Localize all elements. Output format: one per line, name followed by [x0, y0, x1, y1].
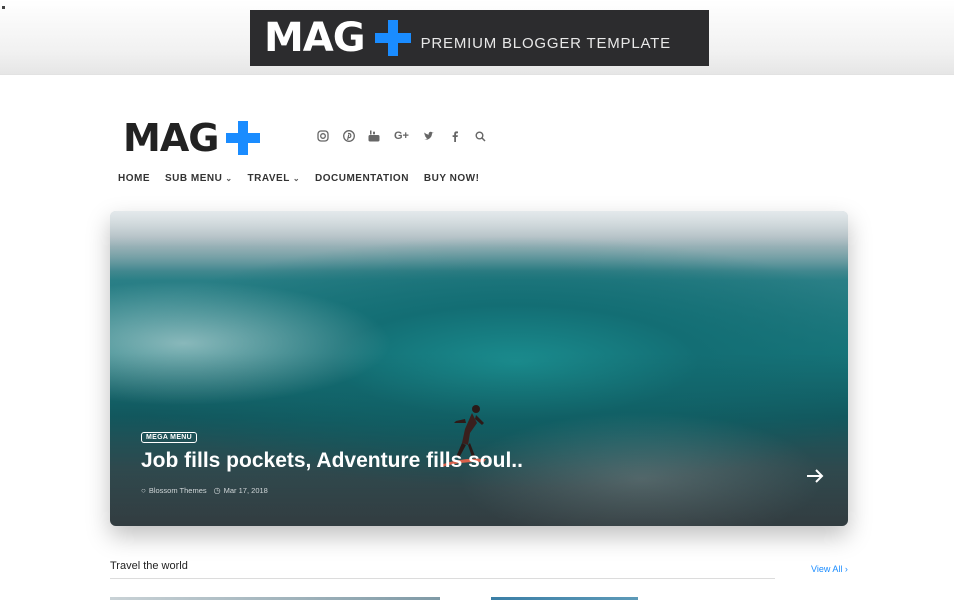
section-title: Travel the world	[110, 560, 188, 572]
pinterest-icon[interactable]	[341, 128, 357, 144]
author-name: Blossom Themes	[148, 486, 207, 495]
social-icons: G+	[315, 128, 498, 144]
google-plus-icon[interactable]: G+	[392, 128, 412, 144]
hero-title[interactable]: Job fills pockets, Adventure fills soul.…	[141, 449, 523, 473]
nav-item-label: TRAVEL	[247, 173, 290, 184]
nav-item-travel[interactable]: TRAVEL ⌄	[248, 173, 300, 184]
search-icon[interactable]	[472, 128, 488, 144]
chevron-down-icon: ⌄	[292, 174, 301, 183]
facebook-icon[interactable]	[447, 128, 463, 144]
banner-tagline: PREMIUM BLOGGER TEMPLATE	[420, 34, 671, 52]
ad-banner[interactable]: MAG PREMIUM BLOGGER TEMPLATE	[250, 10, 709, 66]
post-date: Mar 17, 2018	[223, 486, 268, 495]
banner-plus-icon	[374, 20, 411, 56]
date-meta: ◷ Mar 17, 2018	[214, 486, 268, 495]
chevron-down-icon: ⌄	[225, 174, 233, 183]
logo-plus-icon	[226, 121, 261, 155]
clock-icon: ◷	[213, 486, 221, 495]
nav-item-label: HOME	[118, 173, 150, 184]
site-logo-text: MAG	[123, 116, 219, 160]
nav-item-label: DOCUMENTATION	[315, 173, 409, 184]
wave-foam	[110, 211, 848, 271]
section-divider	[110, 578, 775, 579]
youtube-icon[interactable]	[366, 128, 382, 144]
top-banner-strip: MAG PREMIUM BLOGGER TEMPLATE	[0, 0, 954, 75]
user-icon: ○	[141, 486, 146, 495]
stray-dot	[2, 6, 5, 9]
site-logo[interactable]: MAG	[123, 116, 261, 160]
nav-item-buy-now[interactable]: BUY NOW!	[424, 173, 479, 184]
nav-item-label: BUY NOW!	[423, 173, 480, 184]
twitter-icon[interactable]	[421, 128, 437, 144]
main-nav: HOME SUB MENU ⌄ TRAVEL ⌄ DOCUMENTATION B…	[118, 173, 494, 184]
nav-item-sub-menu[interactable]: SUB MENU ⌄	[165, 173, 233, 184]
chevron-right-icon: ›	[844, 564, 848, 574]
view-all-label: View All	[811, 564, 843, 574]
nav-item-home[interactable]: HOME	[118, 173, 150, 184]
category-badge[interactable]: MEGA MENU	[141, 432, 197, 443]
hero-meta: ○ Blossom Themes ◷ Mar 17, 2018	[141, 486, 275, 495]
author-meta[interactable]: ○ Blossom Themes	[141, 486, 207, 495]
hero-slide[interactable]: MEGA MENU Job fills pockets, Adventure f…	[110, 211, 848, 526]
instagram-icon[interactable]	[315, 128, 331, 144]
next-arrow-icon[interactable]	[805, 466, 825, 486]
view-all-link[interactable]: View All ›	[811, 564, 848, 574]
nav-item-documentation[interactable]: DOCUMENTATION	[315, 173, 409, 184]
banner-logo-text: MAG	[264, 15, 366, 61]
nav-item-label: SUB MENU	[165, 173, 223, 184]
